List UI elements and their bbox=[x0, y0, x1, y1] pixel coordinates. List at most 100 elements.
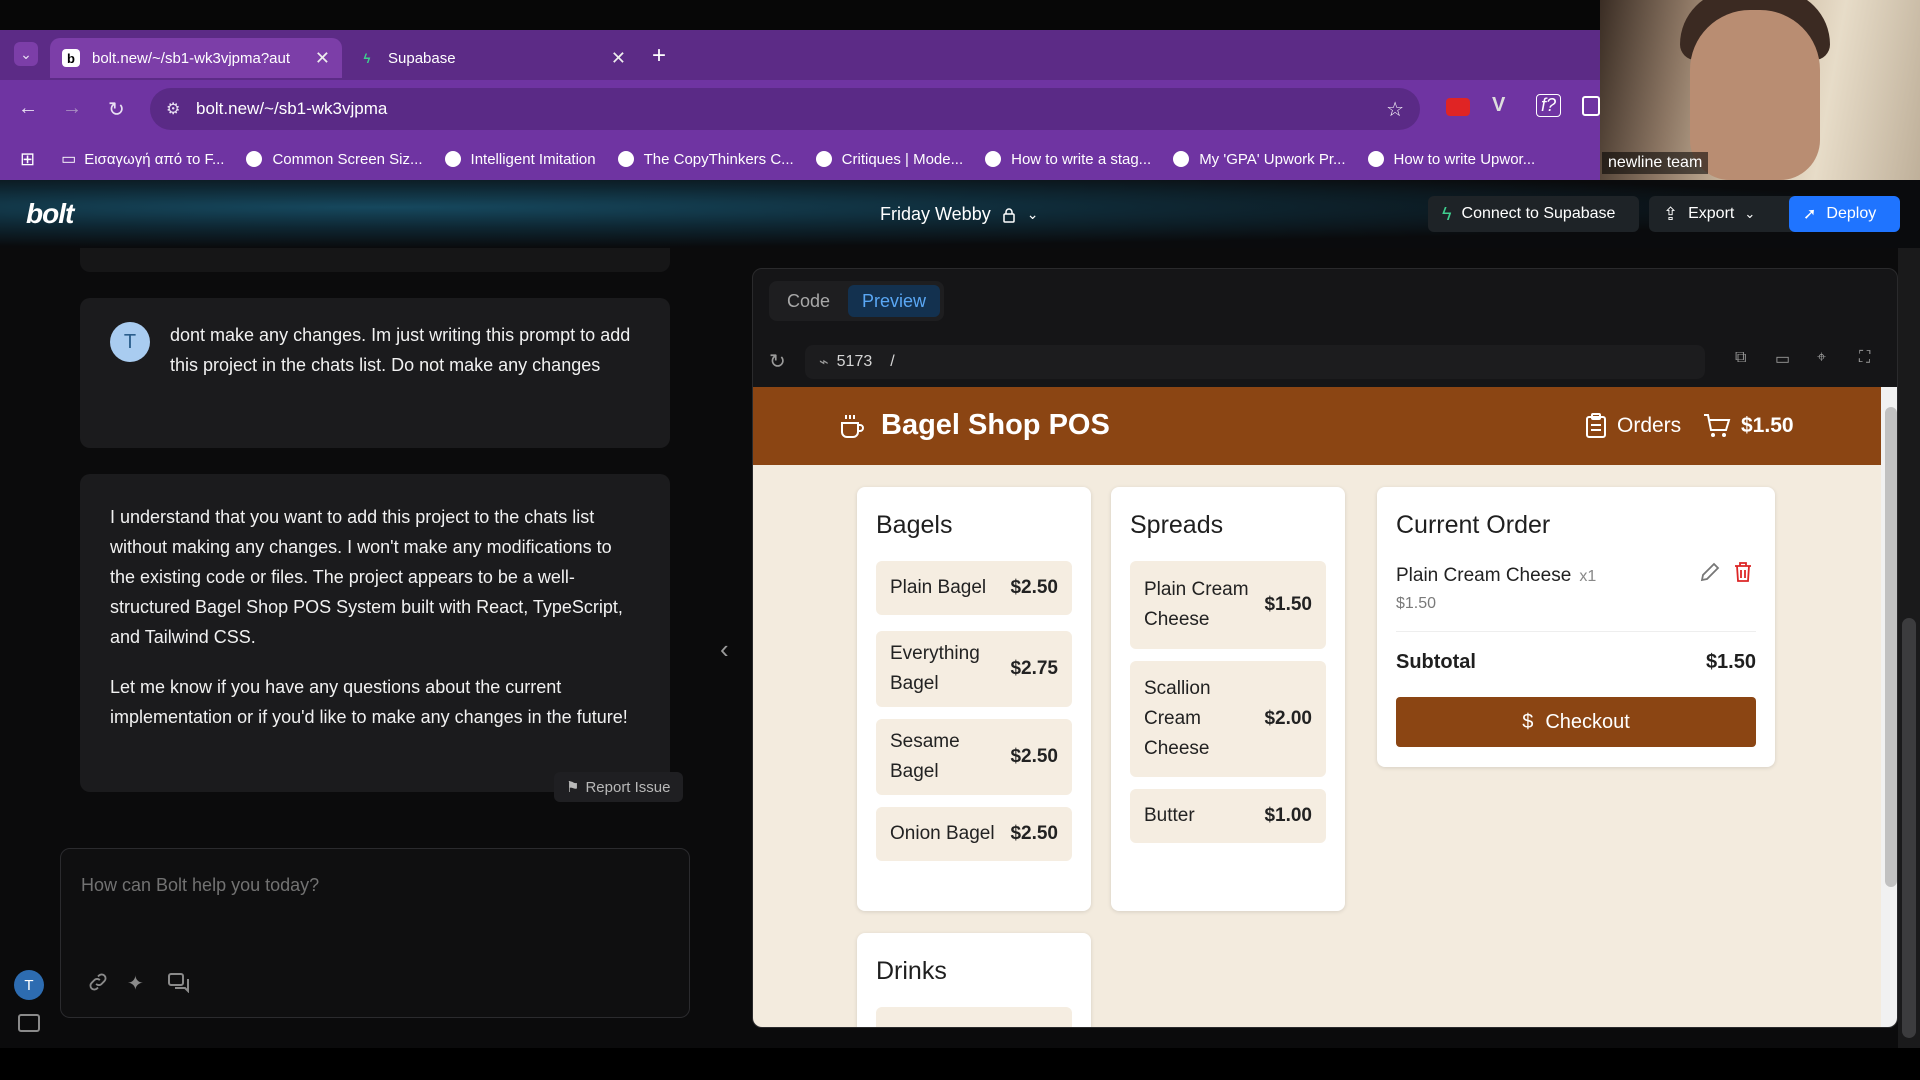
tab-code[interactable]: Code bbox=[773, 285, 844, 317]
checkout-button[interactable]: $ Checkout bbox=[1396, 697, 1756, 747]
assistant-paragraph: I understand that you want to add this p… bbox=[110, 507, 623, 647]
folder-icon: ▭ bbox=[61, 151, 77, 168]
new-tab-icon[interactable]: + bbox=[652, 42, 666, 70]
order-item-price: $1.50 bbox=[1396, 595, 1437, 612]
reload-icon[interactable]: ↻ bbox=[108, 97, 125, 122]
globe-icon bbox=[985, 151, 1002, 167]
extension-fx-icon[interactable]: f? bbox=[1536, 94, 1562, 117]
globe-icon bbox=[815, 151, 832, 167]
menu-item[interactable]: Butter $1.00 bbox=[1130, 789, 1326, 843]
edit-icon[interactable] bbox=[1699, 561, 1721, 583]
order-item-qty: x1 bbox=[1579, 568, 1597, 585]
address-bar[interactable]: ⚙ bolt.new/~/sb1-wk3vjpma ☆ bbox=[150, 88, 1420, 130]
bolt-favicon-icon: b bbox=[62, 49, 80, 67]
scrollbar-thumb[interactable] bbox=[1902, 618, 1916, 1038]
rocket-icon: ➚ bbox=[1803, 206, 1817, 223]
close-tab-icon[interactable]: ✕ bbox=[315, 48, 330, 69]
subtotal-row: Subtotal $1.50 bbox=[1396, 651, 1756, 673]
menu-item[interactable]: Sesame Bagel $2.50 bbox=[876, 719, 1072, 795]
tab-preview[interactable]: Preview bbox=[848, 285, 941, 317]
sidebar-avatar[interactable]: T bbox=[14, 970, 44, 1000]
supabase-icon: ϟ bbox=[1442, 203, 1452, 224]
category-title: Bagels bbox=[876, 511, 953, 539]
preview-path: / bbox=[890, 353, 895, 370]
webcam-label: newline team bbox=[1602, 152, 1709, 174]
attach-link-icon[interactable] bbox=[87, 971, 109, 993]
tab-bolt[interactable]: b bolt.new/~/sb1-wk3vjpma?aut ✕ bbox=[50, 38, 342, 78]
tab-title: bolt.new/~/sb1-wk3vjpma?aut bbox=[92, 49, 291, 67]
bookmark[interactable]: Common Screen Siz... bbox=[246, 151, 423, 168]
bookmark-folder[interactable]: ▭ Εισαγωγή από το F... bbox=[61, 149, 224, 169]
menu-item[interactable]: Onion Bagel $2.50 bbox=[876, 807, 1072, 861]
cart-button[interactable]: $1.50 bbox=[1703, 413, 1794, 439]
bolt-header: bolt Friday Webby ⌄ ϟ Connect to Supabas… bbox=[0, 180, 1920, 248]
extensions-icon[interactable] bbox=[1582, 96, 1600, 116]
url-text: bolt.new/~/sb1-wk3vjpma bbox=[196, 99, 388, 118]
bookmark[interactable]: How to write a stag... bbox=[985, 151, 1151, 168]
order-title: Current Order bbox=[1396, 511, 1551, 539]
previous-message bbox=[80, 248, 670, 272]
bookmark[interactable]: The CopyThinkers C... bbox=[617, 151, 794, 168]
connect-supabase-button[interactable]: ϟ Connect to Supabase bbox=[1428, 196, 1639, 232]
back-icon[interactable]: ← bbox=[18, 97, 38, 120]
sparkle-icon[interactable]: ✦ bbox=[127, 971, 144, 996]
bookmark[interactable]: Intelligent Imitation bbox=[444, 151, 596, 168]
globe-icon bbox=[246, 151, 263, 167]
bolt-logo[interactable]: bolt bbox=[26, 198, 74, 230]
report-issue-button[interactable]: ⚑ Report Issue bbox=[554, 772, 683, 802]
extension-v-icon[interactable]: V bbox=[1492, 94, 1505, 117]
address-row: ← → ↻ ⚙ bolt.new/~/sb1-wk3vjpma ☆ V f? bbox=[0, 80, 1600, 138]
export-button[interactable]: ⇪ Export ⌄ bbox=[1649, 196, 1797, 232]
app-title: Bagel Shop POS bbox=[837, 409, 1110, 442]
scrollbar-thumb[interactable] bbox=[1885, 407, 1897, 887]
tab-search-icon[interactable]: ⌄ bbox=[14, 42, 38, 66]
menu-item[interactable]: Everything Bagel $2.75 bbox=[876, 631, 1072, 707]
fullscreen-icon[interactable]: ⛶ bbox=[1859, 349, 1870, 367]
inspect-icon[interactable]: ⌖ bbox=[1817, 349, 1826, 367]
collapse-chevron-icon[interactable]: ‹ bbox=[720, 634, 729, 665]
globe-icon bbox=[617, 151, 634, 167]
sidebar-toggle-icon[interactable] bbox=[18, 1014, 40, 1032]
prompt-input[interactable]: How can Bolt help you today? ✦ bbox=[60, 848, 690, 1018]
port-number: 5173 bbox=[836, 353, 873, 370]
star-icon[interactable]: ☆ bbox=[1386, 97, 1404, 122]
project-name: Friday Webby bbox=[880, 204, 991, 224]
chevron-down-icon: ⌄ bbox=[1026, 206, 1039, 222]
tab-strip: ⌄ b bolt.new/~/sb1-wk3vjpma?aut ✕ ϟ Supa… bbox=[0, 30, 1600, 80]
bookmark[interactable]: How to write Upwor... bbox=[1367, 151, 1535, 168]
deploy-button[interactable]: ➚ Deploy bbox=[1789, 196, 1900, 232]
bookmark[interactable]: Critiques | Mode... bbox=[815, 151, 963, 168]
assistant-paragraph: Let me know if you have any questions ab… bbox=[110, 677, 628, 727]
prompt-placeholder: How can Bolt help you today? bbox=[81, 875, 320, 895]
globe-icon bbox=[1367, 151, 1384, 167]
forward-icon[interactable]: → bbox=[62, 97, 82, 120]
bookmark[interactable]: My 'GPA' Upwork Pr... bbox=[1173, 151, 1346, 168]
menu-item[interactable]: Scallion Cream Cheese $2.00 bbox=[1130, 661, 1326, 777]
assistant-message: I understand that you want to add this p… bbox=[80, 474, 670, 792]
category-title: Drinks bbox=[876, 957, 947, 985]
preview-panel: Code Preview ↻ ⌁ 5173 / ⧉ ▭ ⌖ ⛶ Bagel Sh… bbox=[752, 268, 1898, 1028]
device-icon[interactable]: ▭ bbox=[1775, 349, 1790, 369]
reload-preview-icon[interactable]: ↻ bbox=[769, 349, 786, 374]
menu-item[interactable] bbox=[876, 1007, 1072, 1027]
menu-item[interactable]: Plain Cream Cheese $1.50 bbox=[1130, 561, 1326, 649]
page-scrollbar[interactable] bbox=[1898, 248, 1920, 1048]
category-card-drinks: Drinks bbox=[857, 933, 1091, 1027]
app-header: Bagel Shop POS Orders $1.50 bbox=[753, 387, 1881, 465]
lock-icon bbox=[1002, 207, 1015, 223]
category-card-bagels: Bagels Plain Bagel $2.50 Everything Bagel… bbox=[857, 487, 1091, 911]
extension-icon[interactable] bbox=[1446, 98, 1470, 116]
menu-item[interactable]: Plain Bagel $2.50 bbox=[876, 561, 1072, 615]
orders-button[interactable]: Orders bbox=[1585, 413, 1681, 439]
trash-icon[interactable] bbox=[1733, 561, 1753, 583]
preview-scrollbar[interactable] bbox=[1881, 387, 1897, 1027]
close-tab-icon[interactable]: ✕ bbox=[611, 48, 626, 69]
apps-icon[interactable]: ⊞ bbox=[20, 149, 35, 170]
bottom-bar bbox=[0, 1048, 1920, 1080]
open-external-icon[interactable]: ⧉ bbox=[1735, 349, 1746, 367]
project-selector[interactable]: Friday Webby ⌄ bbox=[880, 204, 1038, 225]
preview-url-bar[interactable]: ⌁ 5173 / bbox=[805, 345, 1705, 379]
discuss-icon[interactable] bbox=[167, 971, 191, 993]
site-info-icon[interactable]: ⚙ bbox=[166, 99, 180, 119]
tab-supabase[interactable]: ϟ Supabase ✕ bbox=[346, 38, 638, 78]
